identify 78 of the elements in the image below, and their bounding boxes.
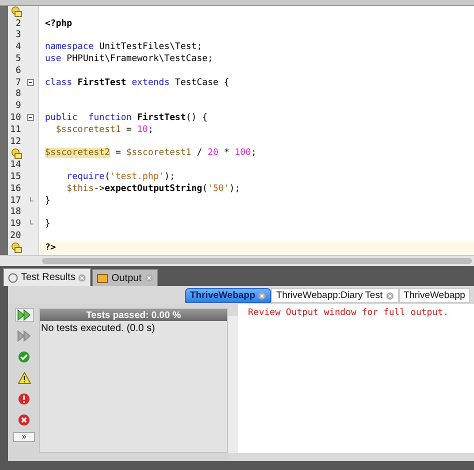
hint-icon[interactable] (11, 6, 22, 18)
code-token: ); (164, 172, 176, 182)
code-token: extends (132, 78, 170, 88)
output-message: Review Output window for full output. (248, 308, 448, 318)
line-number: 15 (9, 172, 21, 182)
more-button[interactable]: » (13, 432, 35, 442)
code-token: 10 (137, 124, 148, 135)
line-number: 6 (14, 66, 21, 76)
code-token: FirstTest (136, 113, 186, 124)
line-number: 3 (14, 30, 21, 40)
code-token: $this (66, 184, 94, 194)
line-number: 11 (9, 124, 21, 135)
code-token: -> (94, 184, 105, 194)
code-token: / (196, 148, 204, 158)
code-token: } (45, 196, 50, 206)
progress-label: Tests passed: 0.00 % (86, 310, 181, 320)
close-icon[interactable] (144, 274, 152, 282)
code-token: public function (45, 113, 132, 124)
line-number: 7 (14, 78, 21, 88)
code-token: <?php (45, 18, 72, 29)
line-number: 14 (9, 160, 21, 170)
output-icon (97, 273, 108, 283)
code-token: '50' (208, 184, 230, 194)
hint-icon[interactable] (11, 148, 22, 159)
code-token: $sscoretest1 (54, 124, 121, 135)
code-token: PHPUnit\Framework\TestCase; (66, 54, 213, 64)
line-number: 5 (14, 54, 21, 64)
code-token: ); (229, 184, 240, 194)
code-token: class (45, 78, 72, 88)
code-token: expectOutputString (104, 184, 202, 194)
code-token: 'test.php' (110, 172, 164, 182)
close-icon[interactable] (78, 274, 86, 282)
code-token: ; (250, 148, 256, 158)
code-token: ; (148, 124, 154, 135)
code-token: TestCase { (174, 78, 230, 88)
line-number: 12 (9, 136, 21, 147)
code-token: ?> (45, 242, 56, 253)
scrollbar-thumb[interactable] (42, 258, 472, 264)
line-number: 17 (9, 196, 21, 206)
session-tab[interactable]: ThriveWebapp (398, 288, 470, 303)
code-token: FirstTest (76, 78, 128, 88)
line-number: 8 (14, 89, 21, 100)
hint-icon[interactable] (11, 242, 22, 254)
code-token: ( (202, 184, 208, 194)
code-token: use (45, 54, 62, 64)
code-token: 20 (208, 148, 218, 158)
line-number: 19 (9, 219, 21, 230)
close-icon[interactable] (386, 292, 394, 300)
line-number: 4 (14, 42, 21, 52)
session-tab[interactable]: ThriveWebapp (185, 288, 272, 303)
panel-tab[interactable]: Output (92, 269, 158, 286)
fold-icon[interactable] (27, 114, 34, 122)
code-token: 100 (234, 148, 251, 158)
code-token: } (45, 219, 50, 230)
test-results-icon (8, 272, 18, 282)
line-number: 2 (14, 18, 21, 29)
panel-tab[interactable]: Test Results (3, 268, 92, 286)
line-number: 20 (9, 231, 21, 242)
line-number: 9 (14, 101, 21, 112)
code-token: UnitTestFiles\Test; (98, 42, 202, 52)
session-tab[interactable]: ThriveWebapp:Diary Test (271, 288, 399, 303)
code-token: = (114, 148, 122, 158)
code-token: require (66, 172, 105, 182)
code-token: $sscoretest1 (126, 148, 192, 158)
code-token: () { (186, 113, 208, 124)
vertical-scrollbar[interactable] (228, 316, 238, 453)
code-token: ( (104, 172, 110, 182)
line-number: 18 (9, 207, 21, 218)
code-token: namespace (45, 42, 94, 52)
line-number: 10 (9, 113, 21, 124)
fold-icon[interactable] (27, 78, 34, 86)
rerun-icon-button[interactable] (14, 308, 34, 322)
line-number: 16 (9, 184, 21, 194)
code-token: = (125, 124, 133, 135)
results-message: No tests executed. (0.0 s) (40, 322, 156, 336)
close-icon[interactable] (258, 292, 266, 300)
highlighted-variable: $sscoretest2 (45, 148, 110, 158)
code-token: * (222, 148, 230, 158)
